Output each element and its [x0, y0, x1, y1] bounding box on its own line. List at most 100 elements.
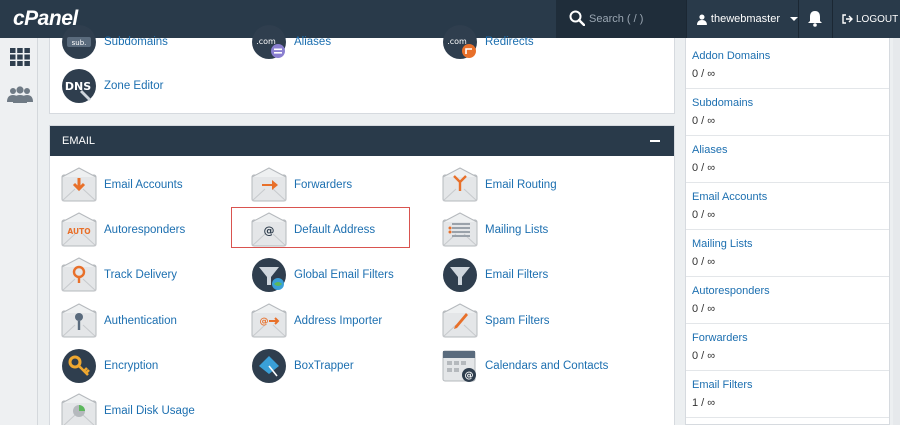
email-filters-label: Email Filters: [485, 269, 549, 281]
stat-label[interactable]: Subdomains: [692, 97, 889, 109]
calendars-contacts-item[interactable]: @ Calendars and Contacts: [442, 348, 608, 384]
global-email-filters-label: Global Email Filters: [294, 269, 394, 281]
email-accounts-icon: [61, 167, 97, 202]
search-area[interactable]: [556, 0, 686, 38]
email-routing-icon: [442, 167, 478, 202]
stat-email-accounts: Email Accounts 0 / ∞: [686, 183, 889, 230]
email-disk-usage-item[interactable]: Email Disk Usage: [61, 393, 195, 425]
logout-label: LOGOUT: [856, 13, 899, 25]
user-icon: [697, 13, 707, 25]
mailing-lists-label: Mailing Lists: [485, 224, 549, 236]
encryption-label: Encryption: [104, 360, 159, 372]
logout-button[interactable]: LOGOUT: [842, 0, 898, 38]
track-delivery-icon: [61, 257, 97, 292]
users-icon[interactable]: [7, 85, 33, 103]
left-sidebar: [0, 38, 38, 425]
collapse-button[interactable]: [650, 140, 660, 142]
stat-mailing-lists: Mailing Lists 0 / ∞: [686, 230, 889, 277]
stat-label[interactable]: Email Accounts: [692, 191, 889, 203]
user-menu-button[interactable]: thewebmaster: [688, 0, 798, 38]
divider: [686, 0, 687, 38]
email-disk-usage-label: Email Disk Usage: [104, 405, 195, 417]
domains-panel: sub. Subdomains .com Aliases .com Redire…: [49, 25, 675, 114]
forwarders-label: Forwarders: [294, 179, 353, 191]
email-filters-item[interactable]: Email Filters: [442, 257, 548, 293]
spam-filters-label: Spam Filters: [485, 315, 550, 327]
stat-label[interactable]: Email Filters: [692, 379, 889, 391]
email-filters-icon: [443, 258, 477, 292]
divider: [798, 0, 799, 38]
address-importer-label: Address Importer: [294, 315, 383, 327]
stat-aliases: Aliases 0 / ∞: [686, 136, 889, 183]
redirects-item[interactable]: .com Redirects: [442, 24, 534, 60]
boxtrapper-label: BoxTrapper: [294, 360, 354, 372]
boxtrapper-item[interactable]: BoxTrapper: [251, 348, 354, 384]
zone-editor-item[interactable]: DNS Zone Editor: [61, 68, 163, 104]
logout-icon: [842, 14, 853, 24]
search-input[interactable]: [589, 9, 679, 29]
redirects-label: Redirects: [485, 36, 534, 48]
aliases-item[interactable]: .com Aliases: [251, 24, 331, 60]
subdomains-icon: sub.: [62, 25, 96, 59]
grid-icon[interactable]: [10, 48, 30, 66]
autoresponders-label: Autoresponders: [104, 224, 186, 236]
email-disk-usage-icon: [61, 393, 97, 425]
aliases-icon: .com: [252, 25, 286, 59]
autoresponders-item[interactable]: AUTO Autoresponders: [61, 212, 185, 248]
stat-subdomains: Subdomains 0 / ∞: [686, 89, 889, 136]
stat-addon-domains: Addon Domains 0 / ∞: [686, 42, 889, 89]
stat-label[interactable]: Aliases: [692, 144, 889, 156]
spam-filters-item[interactable]: Spam Filters: [442, 303, 550, 339]
stat-label[interactable]: Autoresponders: [692, 285, 889, 297]
track-delivery-label: Track Delivery: [104, 269, 178, 281]
encryption-icon: [62, 349, 96, 383]
authentication-label: Authentication: [104, 315, 177, 327]
redirects-icon: .com: [443, 25, 477, 59]
calendars-contacts-icon: @: [442, 350, 476, 382]
scrollbar[interactable]: [893, 38, 900, 425]
aliases-label: Aliases: [294, 36, 332, 48]
stat-value: 0 / ∞: [692, 209, 716, 221]
svg-text:sub.: sub.: [72, 39, 87, 47]
email-section-header[interactable]: EMAIL: [50, 126, 674, 156]
stat-value: 0 / ∞: [692, 350, 716, 362]
stat-value: 1 / ∞: [692, 397, 716, 409]
stat-forwarders: Forwarders 0 / ∞: [686, 324, 889, 371]
email-accounts-label: Email Accounts: [104, 179, 183, 191]
username-label: thewebmaster: [710, 13, 780, 25]
stat-label[interactable]: Addon Domains: [692, 50, 889, 62]
stat-label[interactable]: Forwarders: [692, 332, 889, 344]
stat-value: 0 / ∞: [692, 162, 716, 174]
subdomains-label: Subdomains: [104, 36, 168, 48]
address-importer-item[interactable]: @ Address Importer: [251, 303, 382, 339]
stat-email-filters: Email Filters 1 / ∞: [686, 371, 889, 418]
forwarders-icon: [251, 167, 287, 202]
email-routing-item[interactable]: Email Routing: [442, 167, 557, 203]
chevron-down-icon: [790, 17, 798, 21]
stat-label[interactable]: Mailing Lists: [692, 238, 889, 250]
authentication-item[interactable]: Authentication: [61, 303, 177, 339]
global-email-filters-icon: [252, 258, 286, 292]
encryption-item[interactable]: Encryption: [61, 348, 158, 384]
svg-text:DNS: DNS: [65, 80, 91, 93]
calendars-contacts-label: Calendars and Contacts: [485, 360, 609, 372]
stat-value: 0 / ∞: [692, 115, 716, 127]
email-panel: EMAIL Email Accounts Forwarders Email Ro…: [49, 125, 675, 425]
bell-icon[interactable]: [807, 10, 823, 27]
mailing-lists-item[interactable]: Mailing Lists: [442, 212, 548, 248]
spam-filters-icon: [442, 303, 478, 338]
svg-text:@: @: [465, 371, 474, 381]
stat-value: 0 / ∞: [692, 256, 716, 268]
svg-text:AUTO: AUTO: [67, 227, 90, 236]
highlight-box: [231, 207, 410, 248]
email-accounts-item[interactable]: Email Accounts: [61, 167, 183, 203]
forwarders-item[interactable]: Forwarders: [251, 167, 352, 203]
stat-autoresponders: Autoresponders 0 / ∞: [686, 277, 889, 324]
track-delivery-item[interactable]: Track Delivery: [61, 257, 177, 293]
global-email-filters-item[interactable]: Global Email Filters: [251, 257, 394, 293]
search-icon: [569, 10, 585, 26]
boxtrapper-icon: [252, 349, 286, 383]
subdomains-item[interactable]: sub. Subdomains: [61, 24, 168, 60]
zone-editor-icon: DNS: [62, 69, 96, 103]
address-importer-icon: @: [251, 303, 287, 338]
